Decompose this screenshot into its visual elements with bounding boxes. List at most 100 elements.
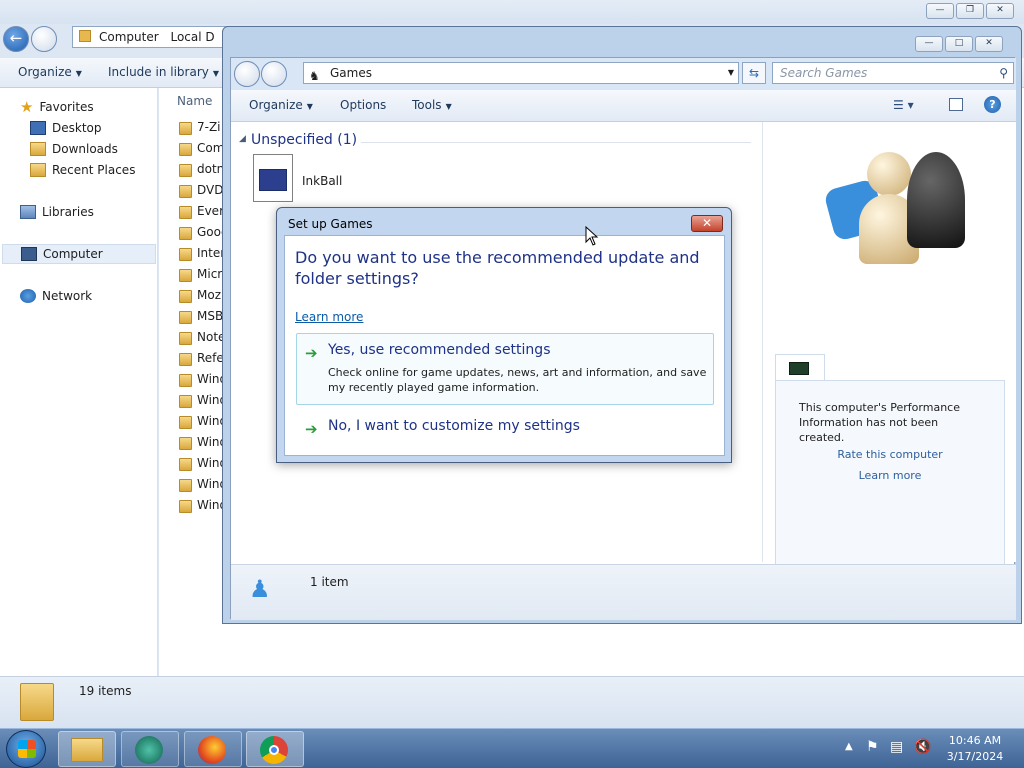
folder-row[interactable]: dotn [197,162,224,176]
network-tray-icon[interactable]: ▤ [890,739,903,755]
refresh-button[interactable]: ⇆ [742,62,766,84]
games-address-bar[interactable]: ♞ Games ▼ [303,62,739,84]
nav-computer[interactable]: Computer [2,244,156,264]
pawn-head-shape [867,152,911,196]
folder-row[interactable]: Moz [197,288,221,302]
games-forward-button[interactable] [261,61,287,87]
explorer-caption-buttons: — ❐ ✕ [926,3,1014,19]
perf-text: This computer's Performance Information … [799,401,960,444]
search-games-input[interactable]: Search Games ⚲ [772,62,1014,84]
taskbar-explorer-button[interactable] [58,731,116,767]
taskbar-app-button[interactable] [121,731,179,767]
refresh-icon: ⇆ [748,66,760,80]
perf-learn-more-link[interactable]: Learn more [776,469,1004,482]
view-options-icon[interactable]: ☰ ▾ [893,98,914,112]
address-dropdown-icon[interactable]: ▼ [728,63,734,83]
games-close-button[interactable]: ✕ [975,36,1003,52]
explorer-address-bar[interactable]: Computer Local D [72,26,232,48]
folder-row[interactable]: Com [197,141,224,155]
dialog-title: Set up Games [288,217,373,231]
options-button[interactable]: Options [340,98,386,112]
close-button[interactable]: ✕ [986,3,1014,19]
organize-menu[interactable]: Organize ▼ [18,65,82,79]
nav-favorites[interactable]: ★ Favorites [20,97,94,117]
nav-desktop[interactable]: Desktop [30,118,102,138]
include-in-library-label: Include in library [108,65,209,79]
tools-menu[interactable]: Tools ▼ [412,98,452,112]
rate-computer-link[interactable]: Rate this computer [776,448,1004,461]
help-icon[interactable]: ? [984,96,1001,113]
volume-muted-icon[interactable]: 🔇 [914,739,931,755]
start-button[interactable] [6,730,46,768]
downloads-folder-icon [30,142,46,156]
games-item-count: 1 item [310,575,349,589]
taskbar-firefox-button[interactable] [184,731,242,767]
navigation-pane: ★ Favorites Desktop Downloads Recent Plac… [0,88,158,676]
column-header-name[interactable]: Name [177,94,212,108]
address-crumb-computer[interactable]: Computer [99,30,159,44]
nav-network[interactable]: Network [20,286,92,306]
dropdown-arrow-icon: ▼ [306,102,313,111]
collapse-arrow-icon[interactable]: ◢ [239,134,246,144]
inkball-tile[interactable] [253,154,293,202]
dropdown-arrow-icon: ▼ [212,69,220,78]
back-button[interactable]: ← [3,26,29,52]
forward-button[interactable] [31,26,57,52]
folder-row[interactable]: DVD [197,183,223,197]
minimize-button[interactable]: — [926,3,954,19]
folder-icon [179,122,192,135]
folder-icon [179,269,192,282]
show-hidden-icons-icon[interactable]: ▲ [845,741,853,752]
clock-time: 10:46 AM [948,734,1002,747]
folder-row[interactable]: Refe [197,351,224,365]
folder-row[interactable]: MSB [197,309,223,323]
games-address-row: ♞ Games ▼ ⇆ Search Games ⚲ [231,58,1016,90]
folder-row[interactable]: Inter [197,246,225,260]
action-center-flag-icon[interactable]: ⚑ [866,739,879,755]
organize-label: Organize [18,65,72,79]
folder-icon [179,164,192,177]
games-preview-pane: This computer's Performance Information … [762,122,1016,610]
taskbar-chrome-button[interactable] [246,731,304,767]
inkball-label[interactable]: InkBall [302,174,342,188]
folder-large-icon [20,683,54,721]
libraries-icon [20,205,36,219]
folder-icon [179,500,192,513]
options-label: Options [340,98,387,112]
games-organize-menu[interactable]: Organize ▼ [249,98,313,112]
group-header[interactable]: Unspecified (1) [251,132,357,148]
address-crumb-local-disk[interactable]: Local D [170,30,214,44]
nav-recent-places[interactable]: Recent Places [30,160,135,180]
item-count: 19 items [79,684,132,698]
explorer-status-bar: 19 items [0,676,1024,728]
dialog-close-button[interactable]: ✕ [691,215,723,232]
restore-button[interactable]: ❐ [956,3,984,19]
nav-favorites-label: Favorites [39,100,94,114]
folder-icon [179,206,192,219]
perf-tab[interactable] [775,354,825,380]
include-in-library-menu[interactable]: Include in library ▼ [108,65,219,79]
folder-icon [179,437,192,450]
recommended-settings-option[interactable]: ➔ Yes, use recommended settings Check on… [296,333,714,405]
folder-icon [79,30,91,42]
folder-row[interactable]: Micr [197,267,222,281]
dropdown-arrow-icon: ▼ [75,69,82,78]
games-caption-buttons: — □ ✕ [915,36,1003,52]
preview-pane-icon[interactable] [949,98,963,111]
green-arrow-icon: ➔ [305,344,318,362]
games-back-button[interactable] [234,61,260,87]
network-icon [20,289,36,303]
customize-settings-option[interactable]: ➔ No, I want to customize my settings [296,412,714,444]
dialog-learn-more-link[interactable]: Learn more [295,310,363,324]
folder-icon [179,185,192,198]
games-minimize-button[interactable]: — [915,36,943,52]
games-maximize-button[interactable]: □ [945,36,973,52]
games-small-icon: ♟ [249,575,271,603]
clock[interactable]: 10:46 AM 3/17/2024 [940,733,1010,765]
nav-downloads[interactable]: Downloads [30,139,118,159]
nav-libraries[interactable]: Libraries [20,202,94,222]
search-icon[interactable]: ⚲ [999,63,1008,83]
folder-row[interactable]: 7-Zi [197,120,221,134]
address-crumb-games[interactable]: Games [330,66,372,80]
folder-icon [179,290,192,303]
